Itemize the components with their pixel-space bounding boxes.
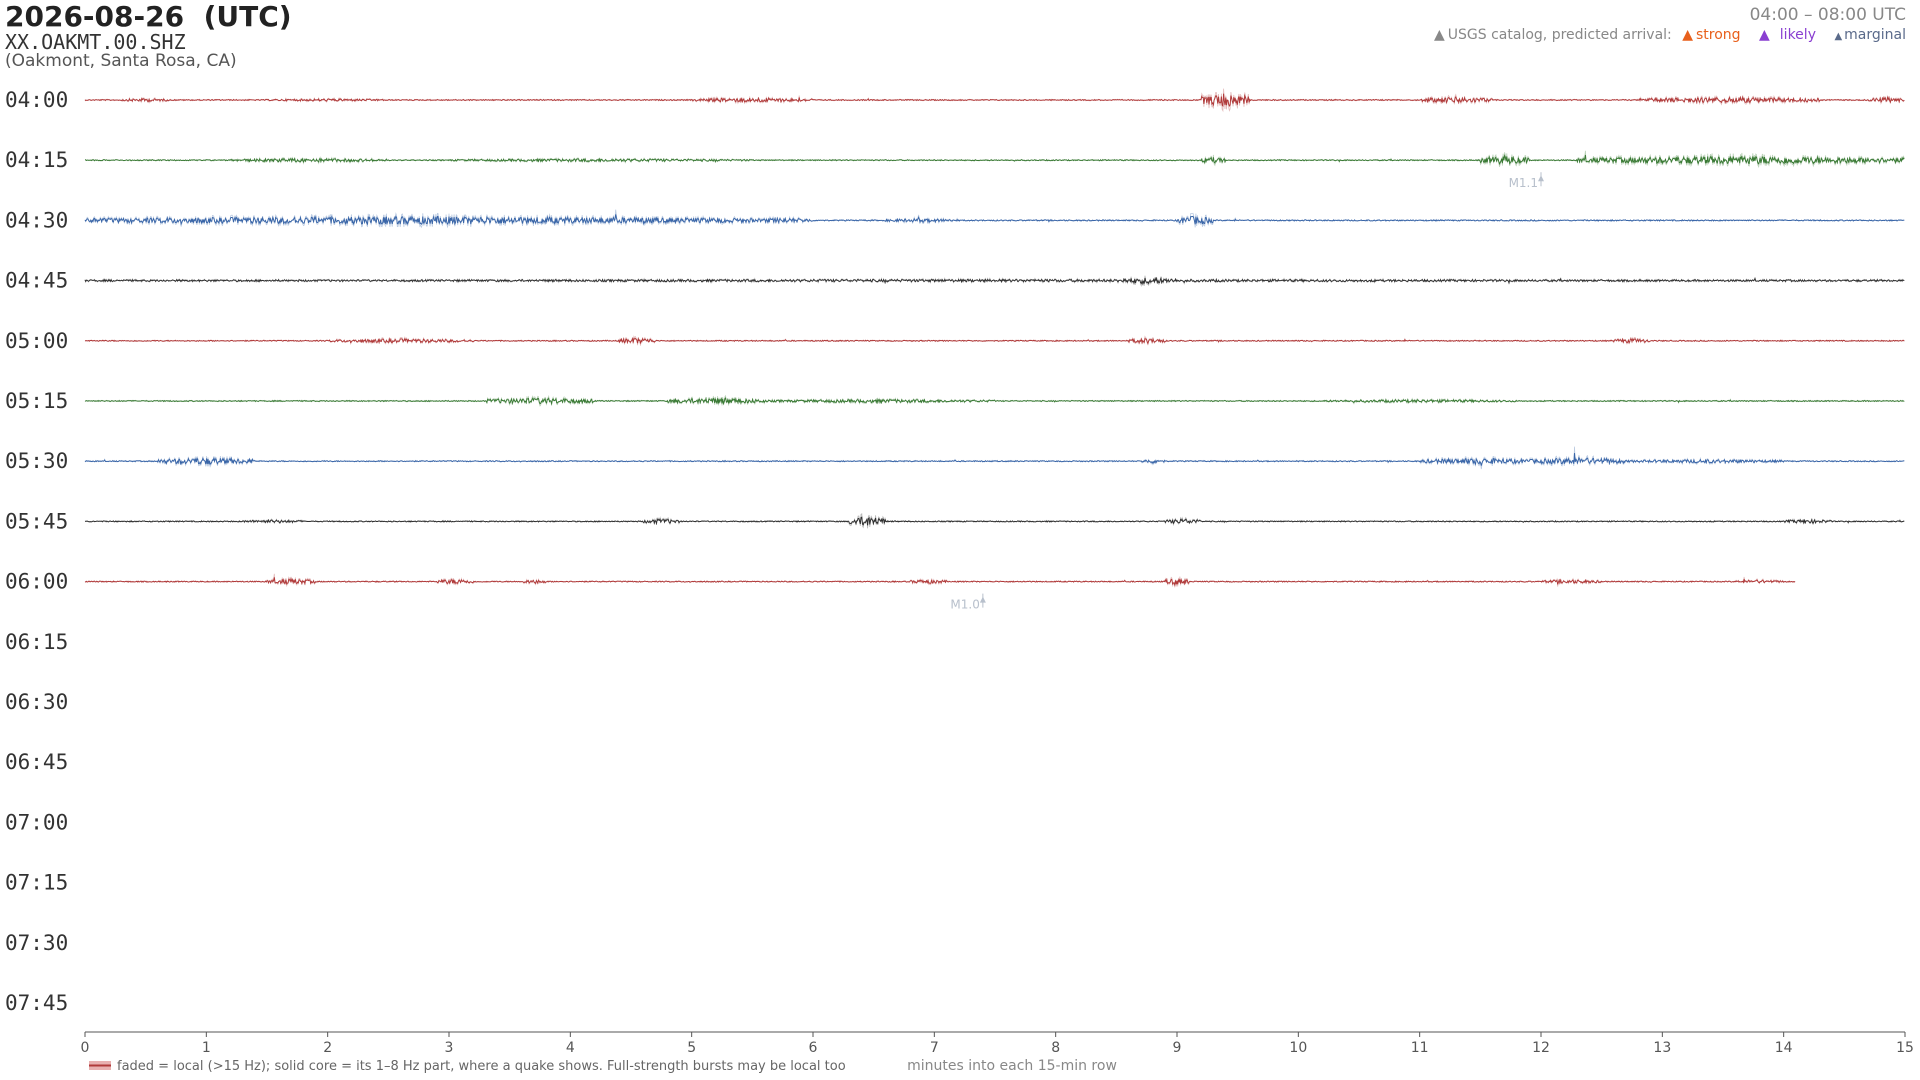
x-tick-label: 3: [445, 1040, 454, 1056]
helicorder-plot: 04:00 04:15 04:30 04:45 05:00 05:15 05:30 05:45…: [5, 88, 1914, 1074]
trace-0430: [84, 214, 1905, 226]
event-label: M1.0: [950, 598, 979, 612]
trace-0400: [84, 93, 1905, 108]
row-label: 07:45: [5, 991, 68, 1015]
event-marker-icon: [1538, 175, 1544, 182]
row-label: 06:45: [5, 750, 68, 774]
x-tick-label: 15: [1896, 1040, 1914, 1056]
x-tick-label: 4: [566, 1040, 575, 1056]
row-label: 07:00: [5, 810, 68, 834]
event-label: M1.1: [1509, 176, 1538, 190]
trace-faded: [84, 150, 1905, 169]
row-label: 04:15: [5, 148, 68, 172]
x-tick-label: 13: [1653, 1040, 1671, 1056]
x-tick-label: 0: [81, 1040, 90, 1056]
row-label: 05:00: [5, 329, 68, 353]
row-label: 05:15: [5, 389, 68, 413]
row-label: 04:30: [5, 208, 68, 232]
x-tick-label: 12: [1532, 1040, 1550, 1056]
trace-faded: [84, 446, 1905, 470]
trace-0500: [84, 337, 1905, 345]
row-label: 04:45: [5, 269, 68, 293]
x-tick-label: 5: [687, 1040, 696, 1056]
row-label: 07:15: [5, 871, 68, 895]
x-tick-label: 7: [930, 1040, 939, 1056]
row-label: 06:15: [5, 630, 68, 654]
trace-0545: [84, 516, 1905, 526]
trace-0600: [84, 577, 1796, 587]
x-tick-label: 1: [202, 1040, 211, 1056]
x-tick-label: 6: [809, 1040, 818, 1056]
row-label: 07:30: [5, 931, 68, 955]
x-tick-label: 10: [1289, 1040, 1307, 1056]
footnote: faded = local (>15 Hz); solid core = its…: [117, 1059, 846, 1074]
row-label: 05:45: [5, 509, 68, 533]
x-tick-label: 8: [1051, 1040, 1060, 1056]
trace-0445: [84, 276, 1905, 286]
row-label: 06:30: [5, 690, 68, 714]
trace-faded: [84, 573, 1796, 588]
x-tick-label: 9: [1173, 1040, 1182, 1056]
row-label: 04:00: [5, 88, 68, 112]
event-marker-icon: [979, 596, 986, 603]
trace-0530: [84, 453, 1905, 466]
x-tick-label: 14: [1775, 1040, 1793, 1056]
x-tick-label: 2: [323, 1040, 332, 1056]
x-axis-label: minutes into each 15-min row: [907, 1058, 1117, 1074]
row-label: 05:30: [5, 449, 68, 473]
trace-0515: [84, 396, 1905, 406]
row-label: 06:00: [5, 570, 68, 594]
x-tick-label: 11: [1411, 1040, 1429, 1056]
